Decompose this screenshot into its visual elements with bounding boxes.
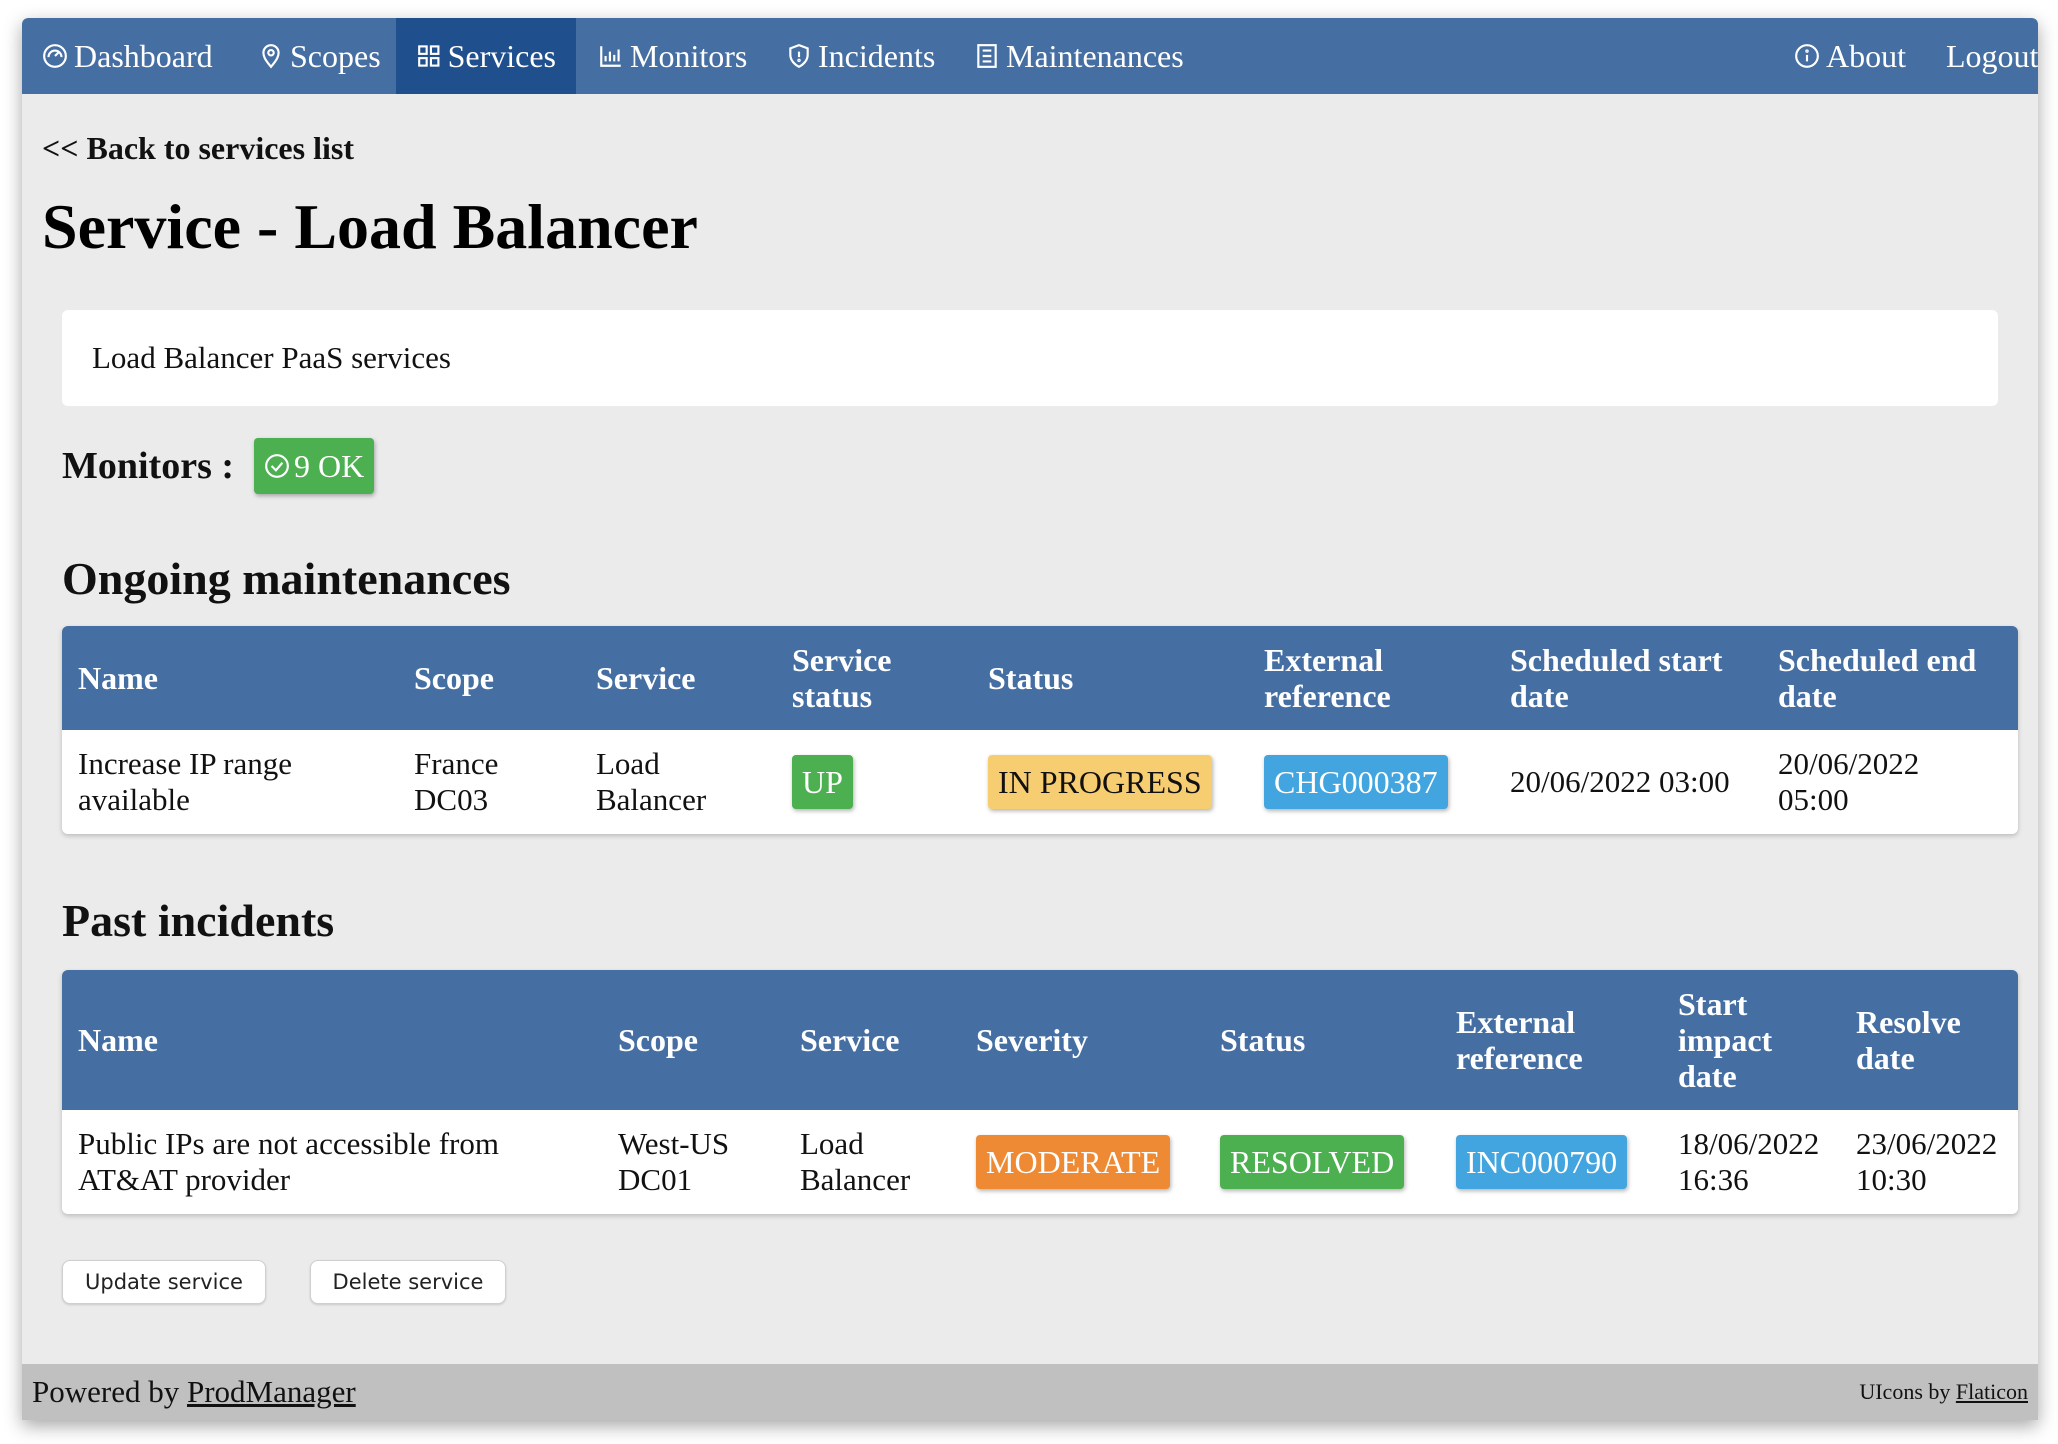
nav-label-incidents: Incidents [818,37,936,74]
info-icon [1795,44,1819,68]
incidents-table: Name Scope Service Severity Status Exter… [62,970,2018,1214]
status-badge: RESOLVED [1220,1135,1405,1189]
grid-icon [418,45,440,67]
header-name: Name [78,660,158,696]
header-scheduled-end: Scheduled end date [1778,642,1977,714]
prodmanager-link[interactable]: ProdManager [187,1374,356,1409]
incident-start-date: 18/06/2022 16:36 [1678,1126,1820,1197]
nav-item-logout[interactable]: Logout [1926,18,2038,94]
nav-label-dashboard: Dashboard [74,37,213,74]
maintenances-table: Name Scope Service Service status Status… [62,626,2018,834]
nav-item-services[interactable]: Services [396,18,576,94]
app-window: Dashboard Scopes Services Monitors Incid… [22,18,2038,1420]
maintenances-section-title: Ongoing maintenances [62,553,511,604]
dashboard-icon [43,44,67,68]
maintenances-table-header: Name Scope Service Service status Status… [62,626,2018,730]
table-row[interactable]: Increase IP range available France DC03 … [62,730,2018,834]
footer-uicons-credit: UIcons by Flaticon [1859,1379,2028,1405]
monitors-summary: Monitors : 9 OK [62,438,375,494]
maintenance-end-date: 20/06/2022 05:00 [1778,746,1920,817]
footer-powered-prefix: Powered by [32,1374,187,1409]
back-to-services-link[interactable]: << Back to services list [42,130,354,167]
maintenance-name[interactable]: Increase IP range available [78,730,348,834]
incidents-table-header: Name Scope Service Severity Status Exter… [62,970,2018,1110]
header-start-impact-date: Start impact date [1678,986,1773,1094]
external-reference-badge[interactable]: CHG000387 [1264,755,1448,809]
header-name: Name [78,1022,158,1058]
header-scheduled-start: Scheduled start date [1510,642,1723,714]
nav-item-about[interactable]: About [1774,18,1926,94]
footer-powered-by: Powered by ProdManager [32,1374,356,1410]
header-external-reference: External reference [1456,1004,1583,1076]
header-service: Service [800,1022,900,1058]
header-service: Service [596,660,696,696]
update-service-button[interactable]: Update service [62,1260,266,1304]
top-navbar: Dashboard Scopes Services Monitors Incid… [22,18,2038,94]
header-resolve-date: Resolve date [1856,1004,1961,1076]
nav-label-maintenances: Maintenances [1006,37,1184,74]
header-status: Status [1220,1022,1306,1058]
maintenance-service-status-cell: UP [792,730,853,834]
nav-label-services: Services [447,37,556,74]
shield-icon [789,44,809,69]
nav-label-about: About [1826,37,1906,74]
nav-item-incidents[interactable]: Incidents [766,18,955,94]
nav-label-scopes: Scopes [290,37,381,74]
maintenance-start-date: 20/06/2022 03:00 [1510,764,1730,799]
footer-uicons-prefix: UIcons by [1859,1379,1956,1404]
incident-severity-cell: MODERATE [976,1110,1171,1214]
incident-resolve-date: 23/06/2022 10:30 [1856,1126,1998,1197]
page-title: Service - Load Balancer [42,191,698,262]
footer: Powered by ProdManager UIcons by Flatico… [22,1364,2038,1420]
monitors-ok-text: 9 OK [294,447,365,484]
nav-label-logout: Logout [1946,37,2038,74]
incident-service: Load Balancer [800,1126,911,1197]
maintenance-status-cell: IN PROGRESS [988,730,1212,834]
maintenance-reference-cell: CHG000387 [1264,730,1448,834]
header-status: Status [988,660,1074,696]
header-service-status: Service status [792,642,892,714]
monitors-ok-badge[interactable]: 9 OK [254,438,375,494]
incident-name[interactable]: Public IPs are not accessible from AT&AT… [78,1110,538,1214]
severity-badge: MODERATE [976,1135,1171,1189]
nav-item-monitors[interactable]: Monitors [578,18,767,94]
nav-item-maintenances[interactable]: Maintenances [954,18,1204,94]
table-row[interactable]: Public IPs are not accessible from AT&AT… [62,1110,2018,1214]
delete-service-button[interactable]: Delete service [310,1260,506,1304]
incidents-section-title: Past incidents [62,895,335,946]
flaticon-link[interactable]: Flaticon [1956,1379,2028,1404]
header-scope: Scope [414,660,494,696]
external-reference-badge[interactable]: INC000790 [1456,1135,1628,1189]
nav-label-monitors: Monitors [630,37,748,74]
maintenance-service: Load Balancer [596,746,707,817]
list-icon [977,44,997,68]
header-external-reference: External reference [1264,642,1391,714]
service-status-badge: UP [792,755,853,809]
nav-item-dashboard[interactable]: Dashboard [22,18,233,94]
incident-status-cell: RESOLVED [1220,1110,1405,1214]
chart-icon [600,46,621,67]
header-scope: Scope [618,1022,698,1058]
maintenance-scope: France DC03 [414,746,499,817]
location-pin-icon [262,44,280,69]
incident-reference-cell: INC000790 [1456,1110,1628,1214]
check-circle-icon [265,454,289,478]
status-badge: IN PROGRESS [988,755,1212,809]
service-description: Load Balancer PaaS services [62,310,1998,406]
incident-scope: West-US DC01 [618,1126,730,1197]
description-text: Load Balancer PaaS services [92,340,451,375]
header-severity: Severity [976,1022,1088,1058]
nav-item-scopes[interactable]: Scopes [238,18,401,94]
monitors-label: Monitors : [62,445,235,487]
